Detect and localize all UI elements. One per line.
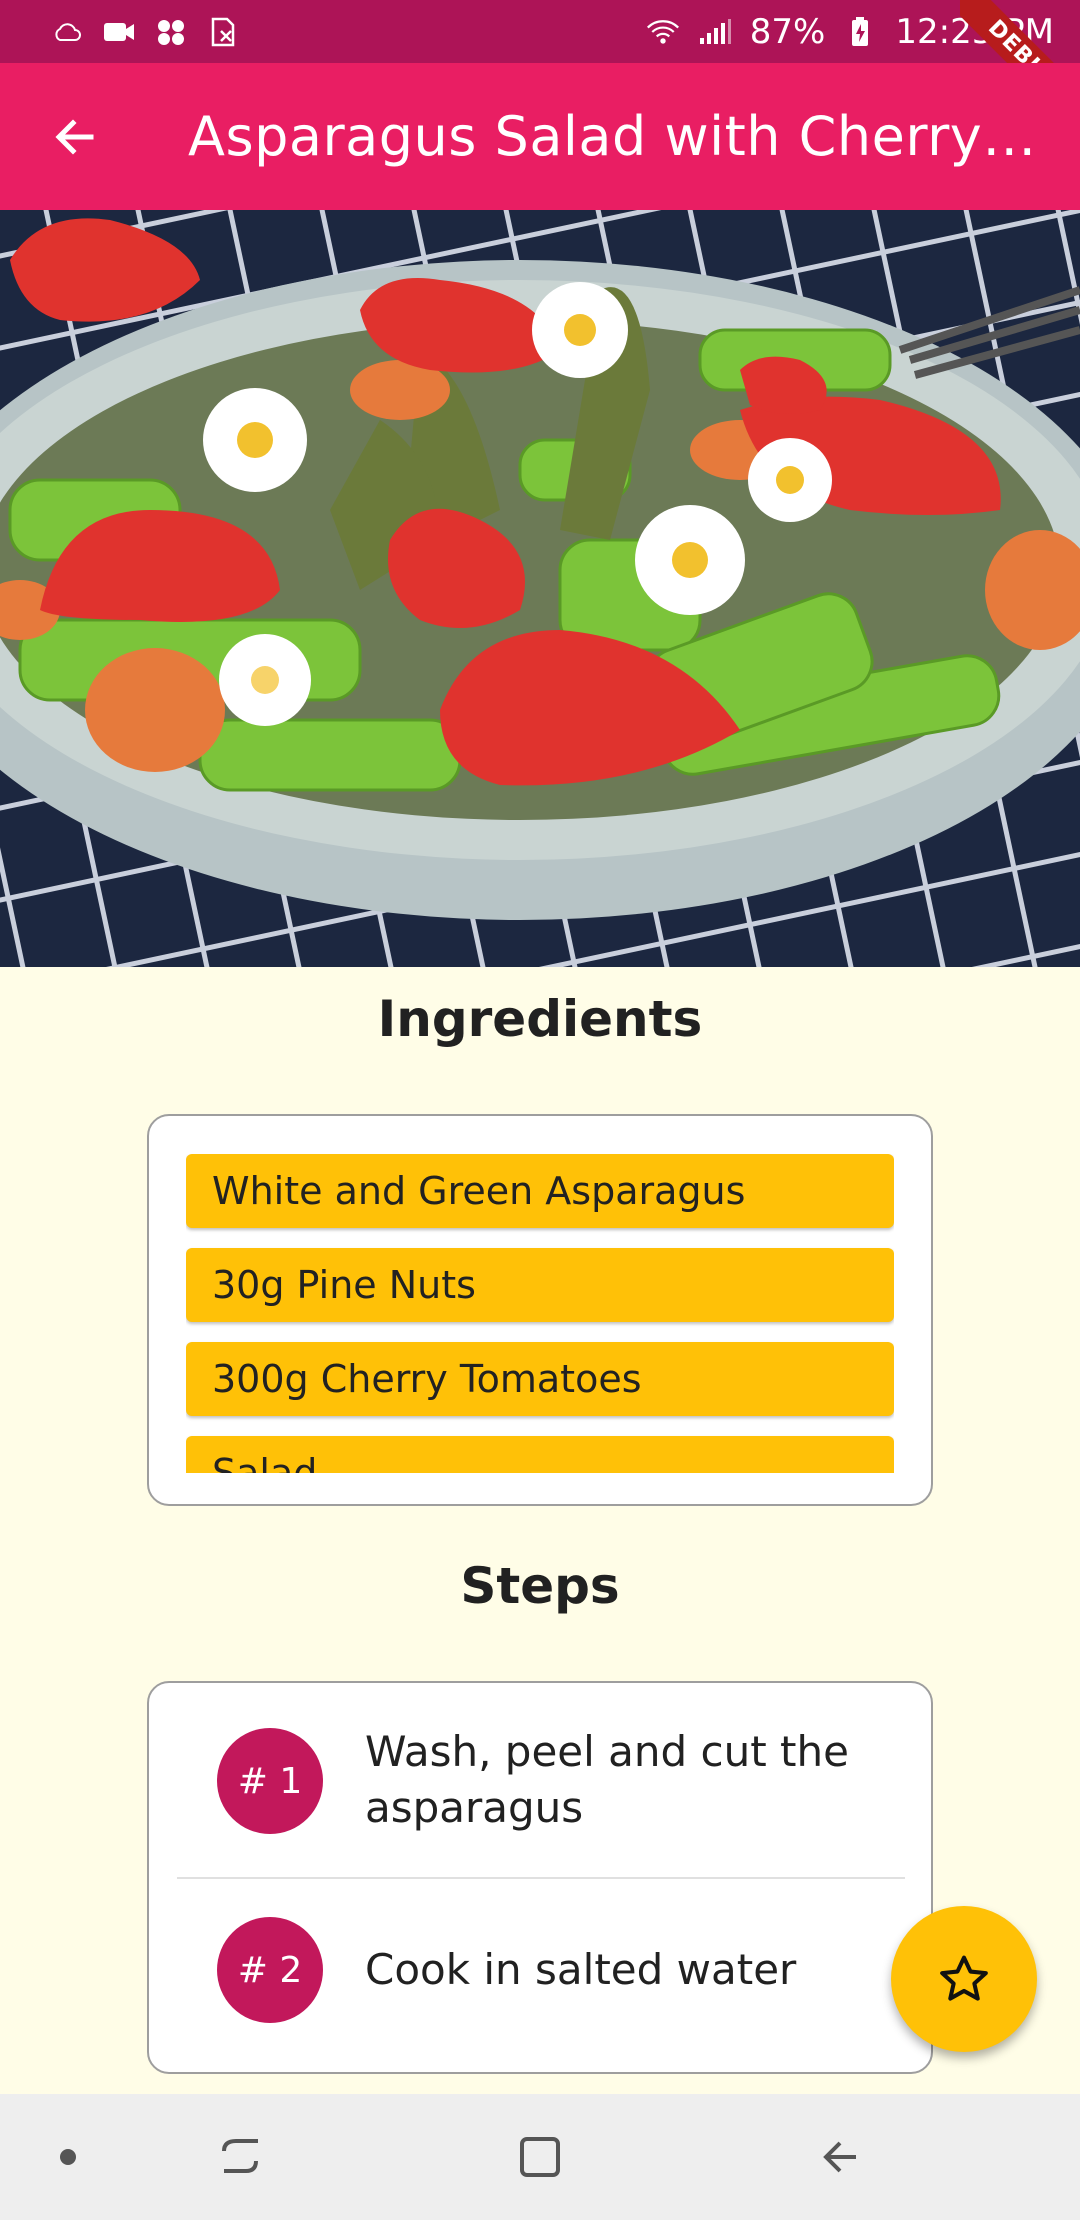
battery-charging-icon	[843, 16, 877, 47]
nav-recents-button[interactable]	[190, 2094, 290, 2220]
ingredients-card: White and Green Asparagus 30g Pine Nuts …	[147, 1114, 933, 1506]
dot-icon	[60, 2149, 76, 2165]
nav-home-button[interactable]	[490, 2094, 590, 2220]
page-title: Asparagus Salad with Cherry Tomatoes	[188, 105, 1048, 168]
ingredient-item[interactable]: 300g Cherry Tomatoes	[186, 1342, 894, 1416]
status-left-icons	[50, 17, 240, 47]
ingredients-list[interactable]: White and Green Asparagus 30g Pine Nuts …	[186, 1154, 894, 1473]
nav-dot-button[interactable]	[40, 2094, 96, 2220]
app-grid-icon	[154, 17, 188, 47]
step-row[interactable]: # 1 Wash, peel and cut the asparagus	[149, 1683, 931, 1877]
ingredient-item[interactable]: 30g Pine Nuts	[186, 1248, 894, 1322]
video-icon	[102, 17, 136, 47]
signal-icon	[698, 17, 732, 47]
back-button[interactable]	[0, 63, 150, 210]
status-bar: 87% 12:25 PM	[0, 0, 1080, 63]
step-text: Wash, peel and cut the asparagus	[365, 1727, 849, 1832]
favorite-fab[interactable]	[891, 1906, 1037, 2052]
steps-heading: Steps	[460, 1557, 620, 1615]
step-row[interactable]: # 2 Cook in salted water	[149, 1879, 931, 2072]
recipe-image	[0, 210, 1080, 967]
app-bar: Asparagus Salad with Cherry Tomatoes	[0, 63, 1080, 210]
sim-off-icon	[206, 17, 240, 47]
nav-back-icon	[823, 2141, 856, 2173]
recents-icon	[222, 2139, 258, 2173]
ingredient-item[interactable]: White and Green Asparagus	[186, 1154, 894, 1228]
cloud-sync-icon	[50, 17, 84, 47]
step-number-badge: # 2	[217, 1917, 323, 2023]
wifi-icon	[646, 17, 680, 47]
ingredient-item[interactable]: Salad	[186, 1436, 894, 1473]
status-right-group: 87% 12:25 PM	[646, 12, 1054, 52]
system-nav-bar	[0, 2094, 1080, 2220]
arrow-left-icon	[55, 118, 94, 155]
steps-card: # 1 Wash, peel and cut the asparagus # 2…	[147, 1681, 933, 2074]
star-outline-icon	[940, 1955, 988, 2001]
ingredients-heading: Ingredients	[377, 990, 703, 1048]
home-square-icon	[520, 2137, 560, 2177]
battery-percent: 87%	[749, 11, 826, 52]
step-text: Cook in salted water	[365, 1945, 797, 1994]
nav-back-button[interactable]	[790, 2094, 890, 2220]
clock: 12:25 PM	[895, 11, 1054, 52]
step-number-badge: # 1	[217, 1728, 323, 1834]
